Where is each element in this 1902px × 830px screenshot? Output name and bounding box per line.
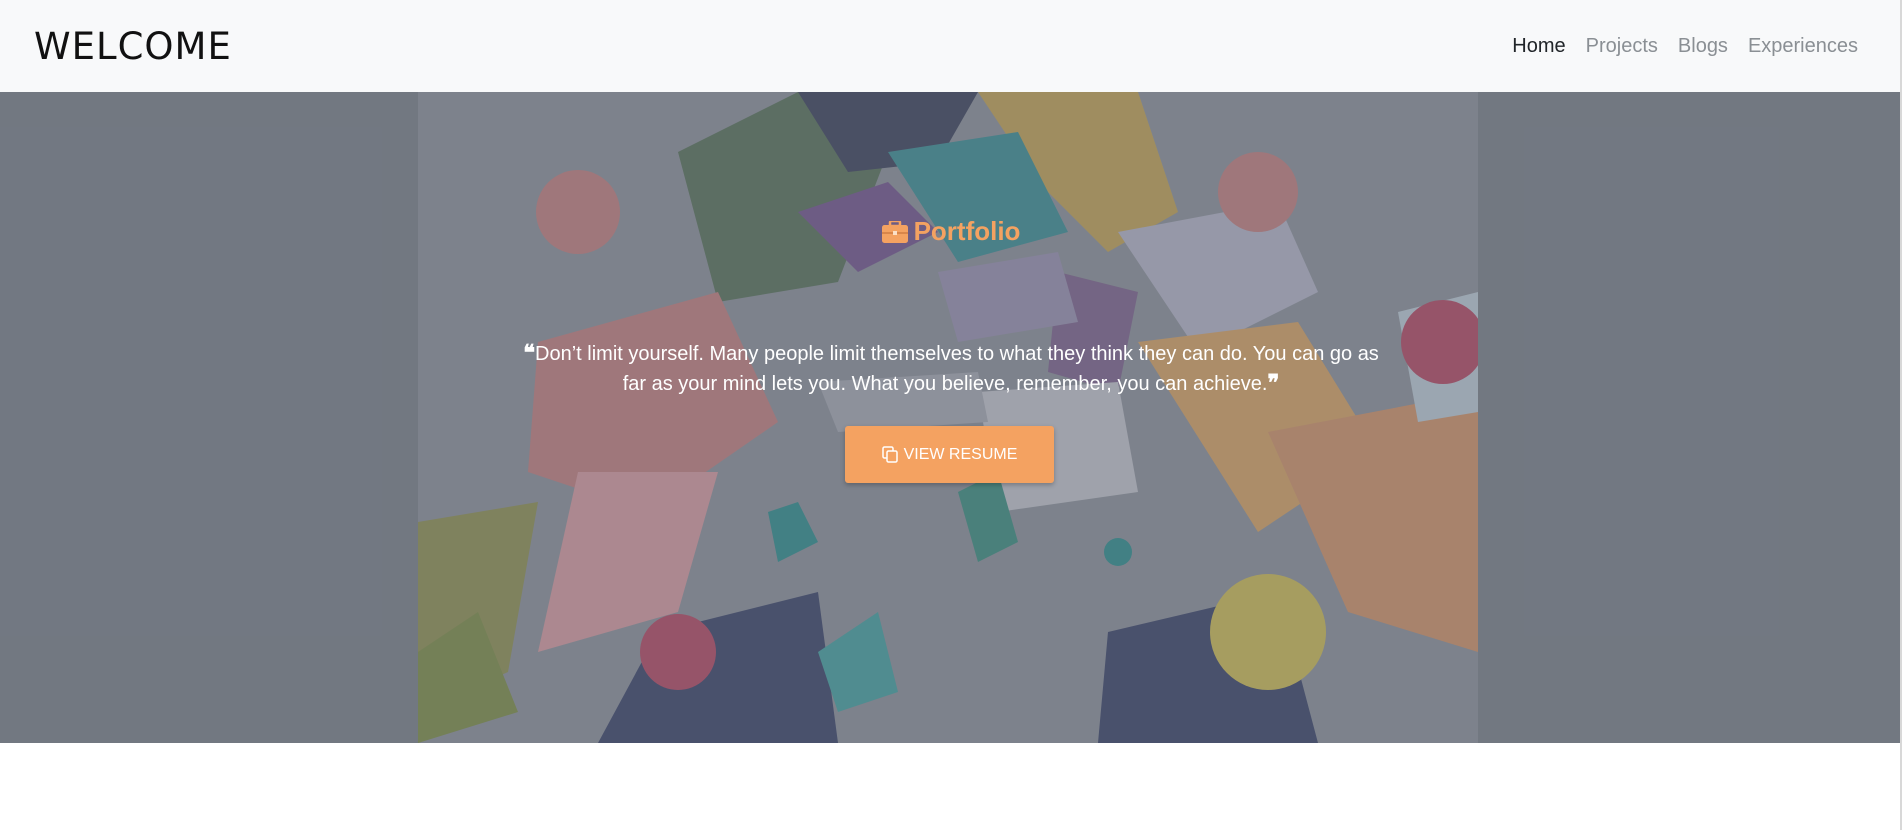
hero-section: Portfolio ❝Don’t limit yourself. Many pe… [0, 92, 1902, 743]
nav-link-projects[interactable]: Projects [1576, 35, 1668, 58]
brand-logo[interactable]: WELCOME [34, 25, 232, 68]
nav-link-experiences[interactable]: Experiences [1738, 35, 1868, 58]
briefcase-icon [881, 220, 908, 243]
quote-left-icon: ❝ [523, 340, 536, 366]
view-resume-button[interactable]: VIEW RESUME [845, 426, 1054, 483]
hero-content: Portfolio ❝Don’t limit yourself. Many pe… [0, 92, 1902, 743]
nav-link-home[interactable]: Home [1502, 35, 1575, 58]
hero-quote: ❝Don’t limit yourself. Many people limit… [520, 339, 1382, 399]
quote-text: Don’t limit yourself. Many people limit … [535, 343, 1379, 395]
hero-title: Portfolio [0, 216, 1902, 247]
nav-links: Home Projects Blogs Experiences [1502, 35, 1868, 58]
copy-icon [881, 446, 898, 463]
navbar: WELCOME Home Projects Blogs Experiences [0, 0, 1902, 92]
view-resume-label: VIEW RESUME [903, 445, 1018, 463]
quote-right-icon: ❞ [1267, 370, 1280, 396]
nav-link-blogs[interactable]: Blogs [1668, 35, 1738, 58]
hero-title-text: Portfolio [913, 216, 1021, 246]
